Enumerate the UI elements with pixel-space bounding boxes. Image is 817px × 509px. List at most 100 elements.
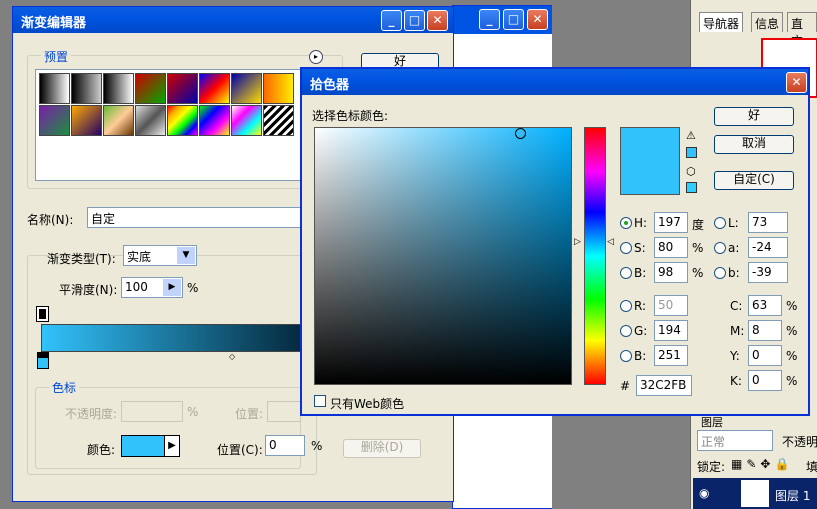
presets-menu-icon[interactable]: ▸ [309,50,323,64]
hsb-field[interactable]: 80 [654,237,688,258]
cmyk-label: M: [730,324,745,338]
tab-navigator[interactable]: 导航器 [699,12,744,32]
close-icon[interactable]: ✕ [427,10,448,31]
cmyk-field[interactable]: 8 [748,320,782,341]
web-only-checkbox[interactable] [314,395,326,407]
layer-thumbnail [741,480,769,507]
color-picker-dialog: 拾色器 ✕ 选择色标颜色: ▷ ◁ ⚠ ⬡ 好 取消 自定(C) H: 197 … [300,67,810,416]
stops-label: 色标 [49,379,80,396]
preset-swatch[interactable] [103,73,134,104]
eye-icon[interactable]: ◉ [699,486,709,500]
preset-swatch[interactable] [231,105,262,136]
preset-swatch[interactable] [39,73,70,104]
smoothness-arrow-icon[interactable]: ▶ [163,279,181,296]
minimize-icon[interactable]: _ [381,10,402,31]
hsb-radio[interactable] [620,267,632,279]
smoothness-label: 平滑度(N): [59,283,118,297]
gradient-preview-bar[interactable] [41,324,301,352]
stop-color-swatch[interactable] [121,435,165,457]
hsb-unit: % [692,241,704,255]
smoothness-percent: % [187,281,199,295]
name-field[interactable]: 自定 [87,207,307,228]
lab-label: L: [728,216,739,230]
close-icon[interactable]: ✕ [786,72,807,93]
maximize-icon[interactable]: □ [503,9,524,30]
close-icon[interactable]: ✕ [527,9,548,30]
cmyk-field[interactable]: 0 [748,345,782,366]
preset-swatch[interactable] [135,105,166,136]
preset-swatch[interactable] [167,73,198,104]
preset-swatch[interactable] [167,105,198,136]
layer-name[interactable]: 图层 1 [775,487,810,504]
lab-radio[interactable] [714,217,726,229]
color-field[interactable] [314,127,572,385]
opacity-stop-marker[interactable] [36,306,49,322]
preset-swatch[interactable] [71,73,102,104]
preset-swatch[interactable] [263,73,294,104]
maximize-icon[interactable]: □ [404,10,425,31]
lab-radio[interactable] [714,242,726,254]
hue-slider-right-arrow-icon[interactable]: ◁ [607,237,614,247]
hue-slider[interactable] [584,127,606,385]
stop-location-c-field[interactable]: 0 [265,435,305,456]
web-only-label[interactable]: 只有Web颜色 [330,395,404,412]
color-field-cursor[interactable] [515,128,526,139]
rgb-radio[interactable] [620,300,632,312]
preset-swatch[interactable] [231,73,262,104]
new-color-swatch [620,127,680,195]
preset-swatch[interactable] [135,73,166,104]
minimize-icon[interactable]: _ [479,9,500,30]
rgb-radio[interactable] [620,325,632,337]
rgb-field[interactable]: 50 [654,295,688,316]
midpoint-diamond-icon[interactable]: ◇ [229,352,235,361]
rgb-field[interactable]: 251 [654,345,688,366]
web-cube-icon[interactable]: ⬡ [686,165,696,178]
rgb-field[interactable]: 194 [654,320,688,341]
cmyk-unit: % [786,374,798,388]
warning-icon[interactable]: ⚠ [686,129,696,142]
lab-radio[interactable] [714,267,726,279]
preset-swatch[interactable] [199,105,230,136]
preset-swatch[interactable] [199,73,230,104]
presets-label: 预置 [41,48,72,65]
rgb-radio[interactable] [620,350,632,362]
lab-label: a: [728,241,740,255]
hsb-label: H: [634,216,648,230]
hsb-field[interactable]: 197 [654,212,688,233]
preset-swatch[interactable] [263,105,294,136]
color-stop-marker[interactable] [37,352,49,369]
custom-button[interactable]: 自定(C) [714,171,794,190]
hsb-label: S: [634,241,646,255]
chevron-down-icon[interactable]: ▼ [177,247,195,264]
presets-list [35,69,301,181]
hsb-radio[interactable] [620,242,632,254]
web-swatch[interactable] [686,182,697,193]
hsb-field[interactable]: 98 [654,262,688,283]
lab-field[interactable]: 73 [748,212,788,233]
preset-swatch[interactable] [39,105,70,136]
tab-info[interactable]: 信息 [751,12,784,32]
ok-button[interactable]: 好 [714,107,794,126]
tab-histogram[interactable]: 直方 [787,12,817,48]
hex-field[interactable]: 32C2FB [636,375,692,396]
stop-location-c-label: 位置(C): [217,443,263,457]
hue-slider-left-arrow-icon[interactable]: ▷ [574,237,581,247]
lock-icons[interactable]: ▦✎✥🔒 [731,457,793,471]
stop-color-menu-icon[interactable]: ▶ [164,435,180,457]
cmyk-field[interactable]: 63 [748,295,782,316]
preset-swatch[interactable] [103,105,134,136]
cancel-button[interactable]: 取消 [714,135,794,154]
lab-field[interactable]: -39 [748,262,788,283]
gamut-swatch[interactable] [686,147,697,158]
hsb-radio[interactable] [620,217,632,229]
lab-field[interactable]: -24 [748,237,788,258]
blend-mode-select[interactable]: 正常 [697,430,773,451]
cmyk-field[interactable]: 0 [748,370,782,391]
rgb-label: B: [634,349,647,363]
preset-swatch[interactable] [71,105,102,136]
layers-tab-label[interactable]: 图层 [701,414,723,430]
layer-row[interactable]: ◉ 图层 1 [693,478,817,509]
cmyk-label: Y: [730,349,740,363]
cmyk-label: C: [730,299,743,313]
hsb-unit: % [692,266,704,280]
